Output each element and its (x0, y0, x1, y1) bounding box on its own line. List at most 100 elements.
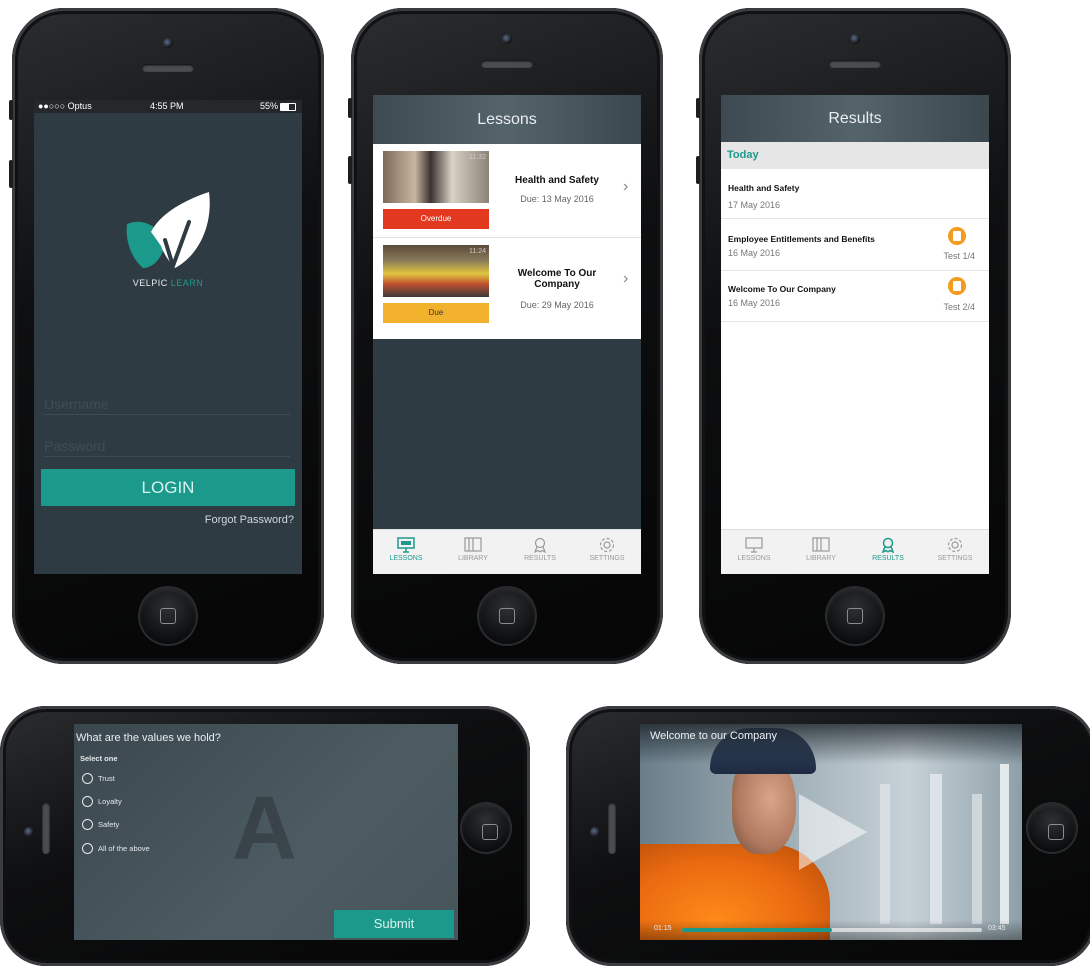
side-button (696, 156, 700, 184)
status-badge: Overdue (383, 209, 489, 229)
quiz-screen: A What are the values we hold? Select on… (74, 724, 458, 940)
status-bar: ●●○○○ Optus 4:55 PM 55% (34, 100, 302, 113)
video-frame-pylon (930, 774, 942, 924)
earpiece-speaker (42, 802, 50, 854)
tab-library[interactable]: LIBRARY (440, 530, 506, 562)
tab-bar: LESSONS LIBRARY RESULTS SETTINGS (373, 529, 641, 574)
lessons-header: Lessons (373, 95, 641, 144)
award-ribbon-icon (881, 537, 895, 553)
progress-track[interactable] (682, 928, 982, 932)
video-frame-pylon (1000, 764, 1009, 924)
forgot-password-link[interactable]: Forgot Password? (205, 514, 294, 526)
side-button (9, 160, 13, 188)
tab-label: LESSONS (389, 555, 423, 562)
tab-library[interactable]: LIBRARY (788, 530, 854, 562)
chevron-right-icon: › (623, 178, 629, 195)
option-label: Trust (98, 774, 115, 783)
tab-results[interactable]: RESULTS (855, 530, 921, 562)
page-title: Results (828, 110, 882, 127)
home-button[interactable] (140, 588, 196, 644)
video-screen: Welcome to our Company 01:15 03:45 (640, 724, 1022, 940)
phone-login: ●●○○○ Optus 4:55 PM 55% VELPIC LEARN Use… (12, 8, 324, 664)
result-test-count: Test 1/4 (943, 251, 975, 261)
tab-label: LIBRARY (458, 555, 488, 562)
tab-label: LESSONS (737, 555, 771, 562)
side-button (9, 100, 13, 120)
front-camera (24, 827, 34, 837)
option-label: Loyalty (98, 797, 122, 806)
test-badge-icon (948, 227, 966, 245)
chevron-right-icon: › (623, 270, 629, 287)
status-carrier: ●●○○○ Optus (38, 101, 92, 111)
results-header: Results (721, 95, 989, 142)
earpiece-speaker (142, 64, 194, 72)
tab-lessons[interactable]: LESSONS (721, 530, 787, 562)
result-row[interactable]: Employee Entitlements and Benefits 16 Ma… (721, 219, 989, 271)
monitor-icon (397, 537, 415, 553)
earpiece-speaker (481, 60, 533, 68)
front-camera (850, 34, 860, 44)
radio-button[interactable] (82, 773, 93, 784)
result-row[interactable]: Health and Safety 17 May 2016 (721, 169, 989, 219)
book-icon (464, 537, 482, 552)
lesson-thumbnail: 11:24 (383, 245, 489, 297)
gear-icon (947, 537, 963, 553)
login-button[interactable]: LOGIN (41, 469, 295, 506)
home-button[interactable] (462, 804, 510, 852)
lesson-thumbnail: 11:32 (383, 151, 489, 203)
lesson-title: Welcome To Our Company (517, 268, 597, 290)
lesson-card[interactable]: 11:24 Due Welcome To Our Company Due: 29… (373, 238, 641, 339)
video-controls: 01:15 03:45 (640, 920, 1022, 940)
side-button (696, 98, 700, 118)
home-button[interactable] (479, 588, 535, 644)
elapsed-time: 01:15 (654, 925, 672, 932)
password-input[interactable]: Password (44, 438, 290, 457)
monitor-icon (745, 537, 763, 553)
username-input[interactable]: Username (44, 396, 290, 415)
lessons-screen: Lessons 11:32 Overdue Health and Safety … (373, 95, 641, 574)
home-button[interactable] (1028, 804, 1076, 852)
tab-settings[interactable]: SETTINGS (574, 530, 640, 562)
thumbnail-time: 11:32 (469, 154, 486, 161)
result-title: Employee Entitlements and Benefits (728, 234, 875, 244)
side-button (348, 98, 352, 118)
option-label: All of the above (98, 844, 150, 853)
book-icon (812, 537, 830, 552)
play-icon[interactable] (795, 790, 871, 874)
radio-button[interactable] (82, 843, 93, 854)
duration-time: 03:45 (988, 925, 1006, 932)
home-button[interactable] (827, 588, 883, 644)
quiz-instruction: Select one (80, 754, 118, 763)
result-date: 16 May 2016 (728, 298, 781, 308)
radio-button[interactable] (82, 796, 93, 807)
page-title: Lessons (477, 111, 537, 128)
option-label: Safety (98, 820, 120, 829)
front-camera (163, 38, 173, 48)
result-date: 16 May 2016 (728, 248, 781, 258)
thumbnail-time: 11:24 (469, 248, 486, 255)
gear-icon (599, 537, 615, 553)
tab-label: SETTINGS (589, 555, 625, 562)
tab-lessons[interactable]: LESSONS (373, 530, 439, 562)
result-row[interactable]: Welcome To Our Company 16 May 2016 Test … (721, 271, 989, 322)
tab-settings[interactable]: SETTINGS (922, 530, 988, 562)
video-frame-pylon (972, 794, 982, 924)
phone-video: Welcome to our Company 01:15 03:45 (566, 706, 1090, 966)
tab-results[interactable]: RESULTS (507, 530, 573, 562)
result-title: Welcome To Our Company (728, 284, 836, 294)
lesson-card[interactable]: 11:32 Overdue Health and Safety Due: 13 … (373, 144, 641, 238)
submit-button[interactable]: Submit (334, 910, 454, 938)
earpiece-speaker (608, 802, 616, 854)
watermark-letter: A (232, 779, 297, 879)
video-title: Welcome to our Company (650, 730, 777, 742)
phone-results: Results Today Health and Safety 17 May 2… (699, 8, 1011, 664)
radio-button[interactable] (82, 819, 93, 830)
side-button (348, 156, 352, 184)
status-time: 4:55 PM (150, 101, 184, 111)
brand-second: LEARN (170, 278, 204, 288)
front-camera (590, 827, 600, 837)
result-date: 17 May 2016 (728, 200, 781, 210)
lesson-due-date: Due: 13 May 2016 (520, 194, 594, 204)
results-screen: Results Today Health and Safety 17 May 2… (721, 95, 989, 574)
award-ribbon-icon (533, 537, 547, 553)
